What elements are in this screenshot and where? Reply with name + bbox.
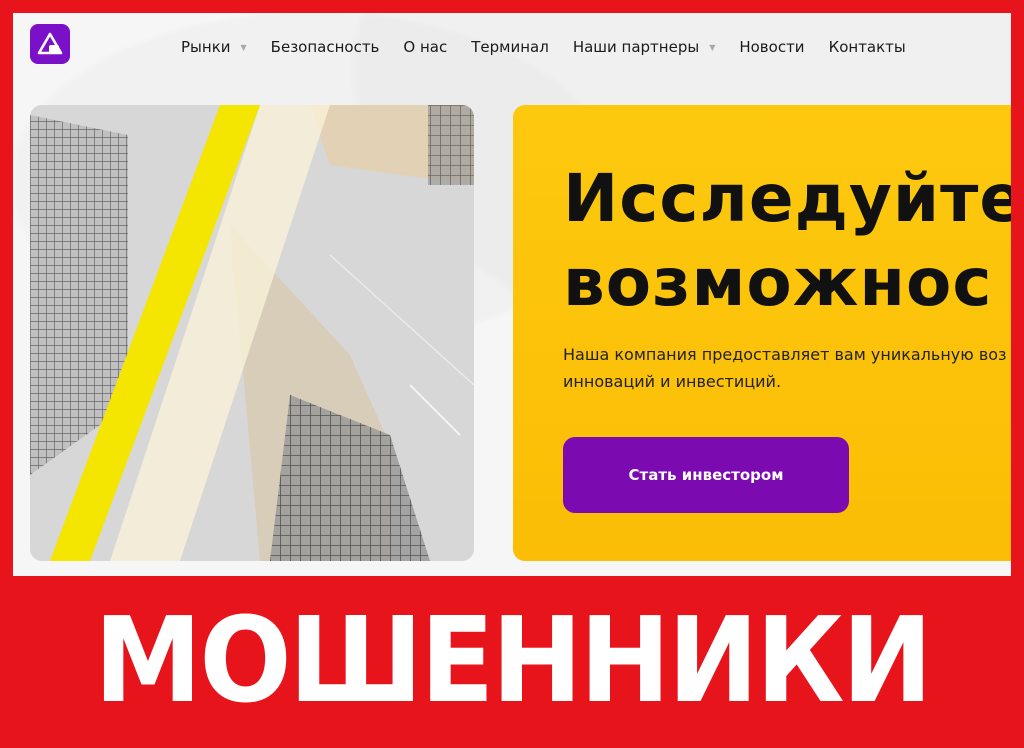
triangle-logo-icon [37, 32, 63, 55]
nav-item-contacts[interactable]: Контакты [829, 38, 906, 56]
nav-item-label: Наши партнеры [572, 38, 700, 56]
hero-description-line-1: Наша компания предоставляет вам уникальн… [563, 345, 1007, 364]
nav-item-news[interactable]: Новости [739, 38, 804, 56]
nav-item-label: Безопасность [270, 38, 380, 56]
nav-item-label: Рынки [181, 38, 231, 56]
triangle-down-icon: ▼ [709, 42, 716, 52]
website-screenshot: Рынки ▼ Безопасность О нас Терминал Наши… [13, 13, 1011, 576]
nav-item-label: Контакты [828, 38, 906, 56]
nav-item-label: Терминал [471, 38, 549, 56]
nav-item-label: Новости [739, 38, 805, 56]
hero-card: Исследуйте возможнос Наша компания предо… [513, 105, 1011, 561]
hero-title: Исследуйте возможнос [563, 157, 1011, 325]
site-logo[interactable] [30, 24, 70, 64]
nav-item-terminal[interactable]: Терминал [471, 38, 549, 56]
hero-image [30, 105, 474, 561]
scammers-banner: МОШЕННИКИ [94, 591, 933, 729]
main-nav: Рынки ▼ Безопасность О нас Терминал Наши… [181, 35, 930, 59]
triangle-down-icon: ▼ [240, 42, 247, 52]
hero-title-line-1: Исследуйте [563, 160, 1011, 237]
become-investor-button[interactable]: Стать инвестором [563, 437, 849, 513]
hero-title-line-2: возможнос [563, 244, 993, 321]
nav-item-partners[interactable]: Наши партнеры ▼ [573, 38, 716, 56]
nav-item-about[interactable]: О нас [403, 38, 447, 56]
hero-description: Наша компания предоставляет вам уникальн… [563, 341, 1011, 395]
nav-item-label: О нас [403, 38, 448, 56]
skyscrapers-image [30, 105, 474, 561]
hero-description-line-2: инноваций и инвестиций. [563, 372, 782, 391]
nav-item-markets[interactable]: Рынки ▼ [181, 38, 247, 56]
nav-item-security[interactable]: Безопасность [271, 38, 380, 56]
